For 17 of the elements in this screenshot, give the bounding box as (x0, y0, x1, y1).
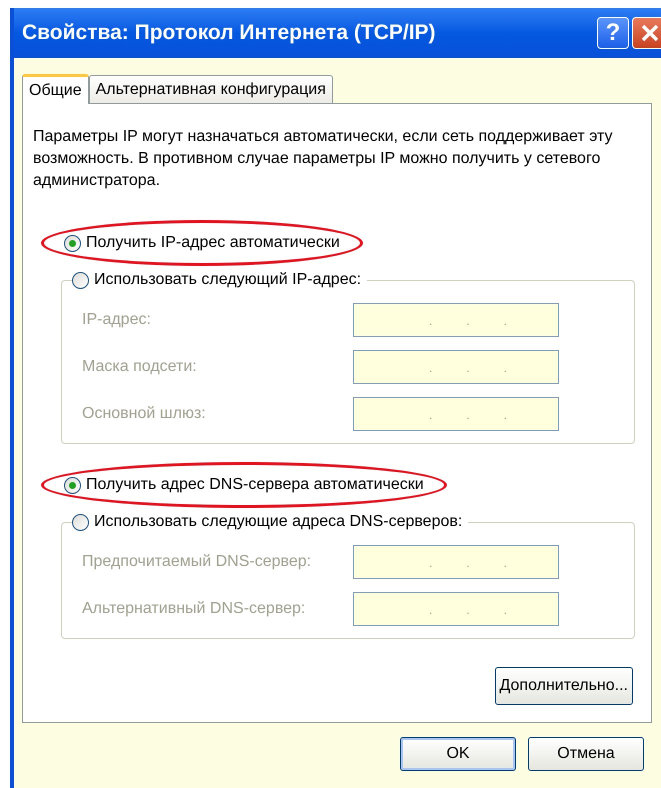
help-button[interactable]: ? (597, 17, 629, 49)
field-label: Предпочитаемый DNS-сервер: (82, 552, 312, 572)
dialog-button[interactable]: OK (400, 737, 516, 771)
field-label: Маска подсети: (82, 357, 197, 377)
close-icon (640, 23, 660, 43)
advanced-button[interactable]: Дополнительно... (494, 667, 633, 705)
dialog-button[interactable]: Отмена (528, 737, 644, 771)
field-label: IP-адрес: (82, 310, 151, 330)
description-text: Параметры IP могут назначаться автоматически, если сеть поддерживает эту возможность. В противном случае параметры IP можно получить у сетевого администратора. (32, 127, 614, 191)
close-button[interactable] (632, 17, 661, 49)
radio-option[interactable]: Получить адрес DNS-сервера автоматически (64, 473, 424, 497)
window-title: Свойства: Протокол Интернета (TCP/IP) (22, 20, 437, 46)
field-label: Основной шлюз: (82, 404, 206, 424)
tab[interactable]: Общие (22, 74, 89, 104)
radio-option[interactable]: Получить IP-адрес автоматически (64, 231, 340, 255)
tab[interactable]: Альтернативная конфигурация (88, 75, 333, 103)
field-label: Альтернативный DNS-сервер: (82, 599, 306, 619)
